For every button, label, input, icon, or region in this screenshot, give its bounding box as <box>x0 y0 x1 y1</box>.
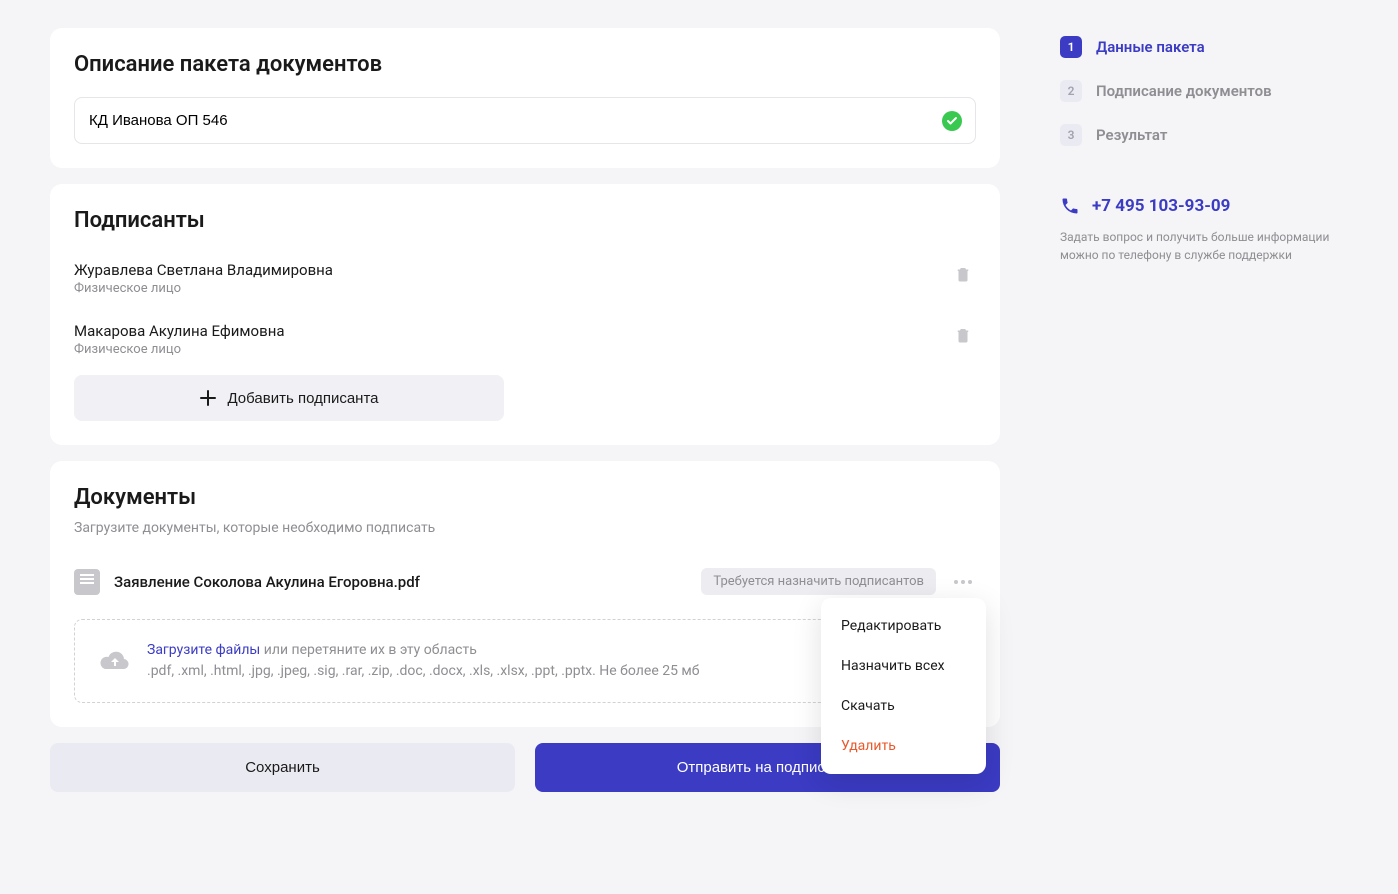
step-package-data[interactable]: 1 Данные пакета <box>1060 36 1340 58</box>
signer-name: Журавлева Светлана Владимировна <box>74 261 333 279</box>
add-signer-button[interactable]: Добавить подписанта <box>74 375 504 421</box>
document-dropdown: Редактировать Назначить всех Скачать Уда… <box>821 598 986 774</box>
signer-type: Физическое лицо <box>74 281 333 296</box>
dropdown-assign-all[interactable]: Назначить всех <box>821 646 986 686</box>
plus-icon <box>199 389 217 407</box>
step-number: 1 <box>1060 36 1082 58</box>
step-label: Подписание документов <box>1096 82 1272 100</box>
dropdown-download[interactable]: Скачать <box>821 686 986 726</box>
check-icon <box>942 111 962 131</box>
upload-formats: .pdf, .xml, .html, .jpg, .jpeg, .sig, .r… <box>147 663 700 679</box>
phone-row[interactable]: +7 495 103-93-09 <box>1060 196 1340 216</box>
step-label: Результат <box>1096 126 1167 144</box>
documents-card: Документы Загрузите документы, которые н… <box>50 461 1000 727</box>
document-row: Заявление Соколова Акулина Егоровна.pdf … <box>74 560 976 603</box>
documents-title: Документы <box>74 485 976 510</box>
delete-signer-button[interactable] <box>950 322 976 351</box>
trash-icon <box>954 326 972 344</box>
steps-list: 1 Данные пакета 2 Подписание документов … <box>1060 36 1340 146</box>
signers-card: Подписанты Журавлева Светлана Владимиров… <box>50 184 1000 445</box>
description-input[interactable] <box>74 97 976 144</box>
step-result[interactable]: 3 Результат <box>1060 124 1340 146</box>
cloud-upload-icon <box>99 649 131 673</box>
step-signing[interactable]: 2 Подписание документов <box>1060 80 1340 102</box>
phone-icon <box>1060 196 1080 216</box>
description-title: Описание пакета документов <box>74 52 976 77</box>
dropdown-edit[interactable]: Редактировать <box>821 606 986 646</box>
document-more-button[interactable] <box>950 576 976 588</box>
step-label: Данные пакета <box>1096 38 1205 56</box>
phone-number: +7 495 103-93-09 <box>1092 196 1230 216</box>
delete-signer-button[interactable] <box>950 261 976 290</box>
signers-title: Подписанты <box>74 208 976 233</box>
step-number: 2 <box>1060 80 1082 102</box>
sidebar: 1 Данные пакета 2 Подписание документов … <box>1060 28 1340 792</box>
step-number: 3 <box>1060 124 1082 146</box>
document-icon <box>74 569 100 595</box>
upload-link[interactable]: Загрузите файлы <box>147 642 260 658</box>
save-button[interactable]: Сохранить <box>50 743 515 792</box>
description-card: Описание пакета документов <box>50 28 1000 168</box>
upload-text: Загрузите файлы или перетяните их в эту … <box>147 640 700 682</box>
main-column: Описание пакета документов Подписанты Жу… <box>50 28 1000 792</box>
add-signer-label: Добавить подписанта <box>227 390 378 407</box>
description-input-wrap <box>74 97 976 144</box>
signer-name: Макарова Акулина Ефимовна <box>74 322 285 340</box>
document-status-badge: Требуется назначить подписантов <box>701 568 936 595</box>
documents-subtitle: Загрузите документы, которые необходимо … <box>74 520 976 536</box>
document-name: Заявление Соколова Акулина Егоровна.pdf <box>114 573 687 591</box>
trash-icon <box>954 265 972 283</box>
signer-row: Журавлева Светлана Владимировна Физическ… <box>74 253 976 304</box>
signer-type: Физическое лицо <box>74 342 285 357</box>
signer-row: Макарова Акулина Ефимовна Физическое лиц… <box>74 314 976 365</box>
help-text: Задать вопрос и получить больше информац… <box>1060 228 1340 264</box>
dropdown-delete[interactable]: Удалить <box>821 726 986 766</box>
